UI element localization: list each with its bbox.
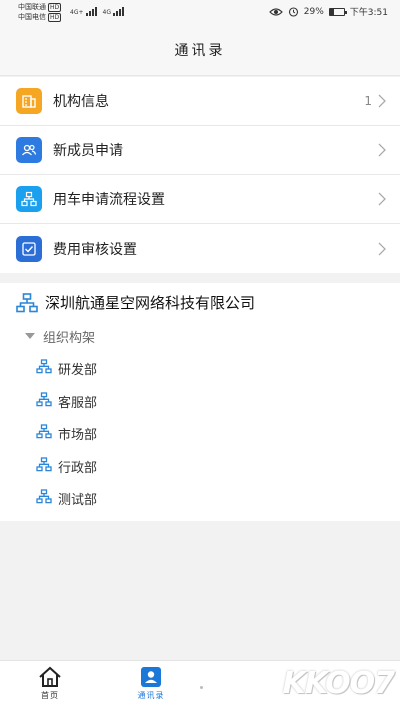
tab-contacts-label: 通讯录	[137, 691, 165, 700]
org-chart-icon	[36, 489, 52, 508]
department-item[interactable]: 市场部	[36, 424, 97, 443]
company-name: 深圳航通星空网络科技有限公司	[45, 294, 256, 312]
org-tree: 深圳航通星空网络科技有限公司 组织构架 研发部客服部市场部行政部测试部	[0, 283, 400, 521]
count-badge: 1	[364, 94, 372, 108]
carrier-1-label: 中国联通	[18, 3, 46, 11]
caret-down-icon	[25, 333, 35, 339]
menu-item-label: 机构信息	[53, 94, 109, 110]
chevron-right-icon	[378, 143, 386, 157]
org-structure-toggle[interactable]: 组织构架	[25, 327, 95, 346]
department-label: 客服部	[58, 395, 98, 411]
org-chart-icon	[36, 424, 52, 443]
menu-item-org-info[interactable]: 机构信息 1	[0, 77, 400, 126]
chevron-right-icon	[378, 94, 386, 108]
company-row[interactable]: 深圳航通星空网络科技有限公司	[16, 292, 255, 313]
org-chart-icon	[16, 186, 42, 212]
battery-icon	[328, 7, 347, 16]
tab-home-label: 首页	[41, 691, 59, 700]
users-icon	[16, 137, 42, 163]
chevron-right-icon	[378, 192, 386, 206]
eye-icon	[268, 7, 283, 16]
chevron-right-icon	[378, 242, 386, 255]
department-item[interactable]: 测试部	[36, 489, 97, 508]
home-icon	[39, 666, 61, 687]
menu-item-label: 费用审核设置	[53, 241, 137, 258]
org-chart-icon	[36, 456, 52, 476]
tab-home[interactable]: 首页	[20, 666, 80, 701]
department-label: 测试部	[58, 493, 98, 508]
contacts-icon	[141, 667, 161, 687]
org-chart-icon	[36, 359, 52, 378]
divider-dot	[200, 686, 203, 689]
carrier-info: 中国联通 HD 中国电信 HD	[18, 2, 62, 22]
signal-indicators: 4G+ 4G	[70, 6, 124, 16]
clock: 下午3:51	[349, 8, 388, 18]
department-label: 研发部	[58, 363, 98, 378]
signal-icon: 4G	[103, 6, 124, 16]
department-item[interactable]: 研发部	[36, 359, 97, 378]
menu-item-vehicle-request-flow[interactable]: 用车申请流程设置	[0, 175, 400, 224]
menu-item-label: 新成员申请	[53, 143, 123, 159]
carrier-2-label: 中国电信	[18, 13, 46, 21]
department-label: 行政部	[58, 460, 98, 476]
hd-badge: HD	[48, 2, 62, 12]
checkbox-icon	[16, 235, 42, 262]
settings-menu: 机构信息 1 新成员申请 用车申请流程设置 费用审核设置	[0, 77, 400, 273]
alarm-icon	[288, 7, 298, 17]
network-type-label: 4G+	[70, 9, 84, 16]
department-label: 市场部	[58, 428, 98, 443]
nav-header: 通讯录	[0, 24, 400, 76]
hd-badge: HD	[48, 12, 62, 22]
building-icon	[16, 88, 42, 114]
tab-contacts[interactable]: 通讯录	[121, 666, 181, 701]
status-right: 29% 下午3:51	[268, 5, 388, 18]
menu-item-label: 用车申请流程设置	[53, 192, 165, 208]
structure-label: 组织构架	[43, 331, 96, 346]
watermark-logo: KKOO7	[282, 666, 395, 701]
menu-item-new-member-requests[interactable]: 新成员申请	[0, 126, 400, 175]
network-type-label: 4G	[102, 9, 111, 16]
page-title: 通讯录	[174, 42, 226, 59]
department-item[interactable]: 客服部	[36, 391, 98, 411]
battery-level	[329, 8, 334, 15]
org-chart-icon	[16, 292, 38, 312]
battery-percent: 29%	[303, 6, 324, 17]
org-chart-icon	[36, 391, 52, 411]
menu-item-expense-review[interactable]: 费用审核设置	[0, 224, 400, 273]
department-item[interactable]: 行政部	[36, 456, 98, 476]
signal-icon: 4G+	[70, 6, 97, 16]
status-bar: 中国联通 HD 中国电信 HD 4G+ 4G 29% 下午3:51	[0, 0, 400, 24]
